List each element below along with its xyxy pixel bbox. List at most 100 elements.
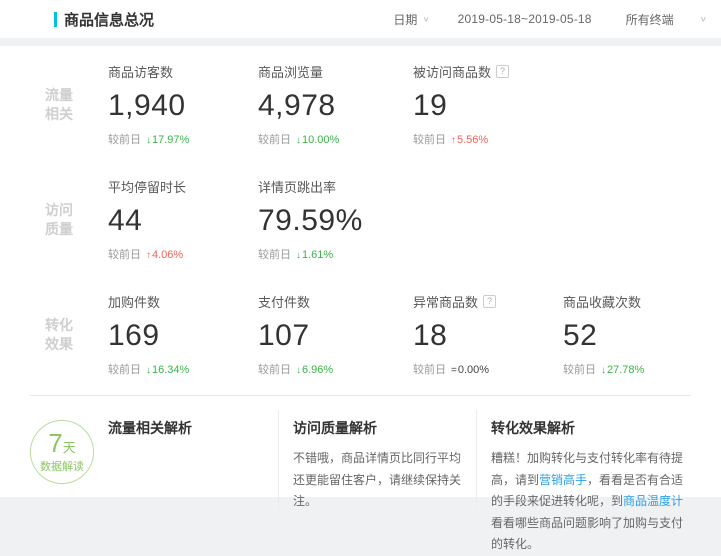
title-accent-bar [54, 12, 57, 27]
metric-compare: 较前日↓1.61% [258, 246, 413, 262]
insight-title: 流量相关解析 [108, 418, 264, 438]
product-thermometer-link[interactable]: 商品温度计 [623, 494, 683, 508]
seven-day-badge: 7天 数据解读 [30, 420, 94, 484]
metric-compare: 较前日↓17.97% [108, 131, 258, 147]
metric-row-conversion: 转化 效果 加购件数 169 较前日↓16.34% 支付件数 107 较前日↓6… [0, 276, 721, 391]
compare-label: 较前日 [413, 364, 446, 376]
insight-body: 糟糕！加购转化与支付转化率有待提高，请到营销高手，看看是否有合适的手段来促进转化… [491, 448, 687, 556]
compare-label: 较前日 [108, 249, 141, 261]
help-icon[interactable]: ? [496, 65, 509, 78]
trend-percent: 5.56% [457, 134, 488, 146]
metric-product-favorites: 商品收藏次数 52 较前日↓27.78% [563, 292, 713, 377]
compare-label: 较前日 [258, 134, 291, 146]
metric-compare: 较前日 ↑5.56% [413, 131, 563, 147]
trend-value: ↓6.96% [296, 364, 333, 376]
insight-conversion: 转化效果解析 糟糕！加购转化与支付转化率有待提高，请到营销高手，看看是否有合适的… [476, 410, 701, 510]
metric-label: 商品浏览量 [258, 62, 323, 81]
trend-percent: 17.97% [152, 134, 189, 146]
terminal-select-value: 所有终端 [626, 11, 674, 28]
chevron-down-icon: ∨ [422, 15, 429, 24]
insight-text: 看看哪些商品问题影响了加购与支付的转化。 [491, 516, 683, 552]
metric-compare: 较前日 ↓10.00% [258, 131, 413, 147]
metric-value: 107 [258, 318, 413, 354]
chevron-down-icon: ∨ [700, 15, 707, 24]
date-range-picker[interactable]: 2019-05-18~2019-05-18 [458, 12, 592, 26]
metric-avg-stay-time: 平均停留时长 44 较前日 ↑4.06% [108, 177, 258, 262]
trend-percent: 0.00% [458, 364, 489, 376]
metric-compare: 较前日 =0.00% [413, 361, 563, 377]
metric-row-quality: 访问 质量 平均停留时长 44 较前日 ↑4.06% 详情页跳出率 79.59% … [0, 161, 721, 276]
trend-arrow-icon: = [451, 365, 457, 376]
trend-arrow-icon: ↑ [146, 250, 151, 261]
metric-compare: 较前日 ↓27.78% [563, 361, 713, 377]
marketing-master-link[interactable]: 营销高手 [539, 473, 587, 487]
metric-compare: 较前日 ↑4.06% [108, 246, 258, 262]
metric-abnormal-products: 异常商品数 ? 18 较前日 =0.00% [413, 292, 563, 377]
insight-title: 访问质量解析 [293, 418, 462, 438]
trend-value: ↑4.06% [146, 249, 183, 261]
insights-section: 7天 数据解读 流量相关解析 访问质量解析 不错哦，商品详情页比同行平均还更能留… [0, 396, 721, 510]
trend-value: ↓27.78% [601, 364, 644, 376]
compare-label: 较前日 [413, 134, 446, 146]
page-title: 商品信息总况 [64, 9, 154, 30]
trend-value: ↓10.00% [296, 134, 339, 146]
metric-value: 4,978 [258, 88, 413, 124]
metric-row-traffic: 流量 相关 商品访客数 1,940 较前日↓17.97% 商品浏览量 4,978… [0, 46, 721, 161]
trend-value: ↑5.56% [451, 134, 488, 146]
trend-percent: 4.06% [152, 249, 183, 261]
metric-product-pageviews: 商品浏览量 4,978 较前日 ↓10.00% [258, 62, 413, 147]
metric-value: 44 [108, 203, 258, 239]
metric-visited-products: 被访问商品数 ? 19 较前日 ↑5.56% [413, 62, 563, 147]
metric-compare: 较前日↓6.96% [258, 361, 413, 377]
trend-value: =0.00% [451, 364, 489, 376]
insight-title: 转化效果解析 [491, 418, 687, 438]
metric-label: 支付件数 [258, 292, 310, 311]
top-header-bar: 商品信息总况 日期 ∨ 2019-05-18~2019-05-18 所有终端 ∨ [0, 0, 721, 38]
terminal-select[interactable]: 所有终端 ∨ [626, 11, 707, 28]
metric-label: 被访问商品数 [413, 62, 491, 81]
metric-label: 商品收藏次数 [563, 292, 641, 311]
trend-arrow-icon: ↓ [146, 135, 151, 146]
metric-label: 加购件数 [108, 292, 160, 311]
metric-label: 商品访客数 [108, 62, 173, 81]
metric-value: 19 [413, 88, 563, 124]
metric-value: 169 [108, 318, 258, 354]
badge-number: 7 [48, 428, 62, 458]
date-filter-label: 日期 [393, 11, 417, 28]
metric-value: 18 [413, 318, 563, 354]
trend-percent: 6.96% [302, 364, 333, 376]
metric-value: 1,940 [108, 88, 258, 124]
metric-value: 79.59% [258, 203, 413, 239]
trend-arrow-icon: ↓ [296, 135, 301, 146]
insight-body: 不错哦，商品详情页比同行平均还更能留住客户，请继续保持关注。 [293, 448, 462, 513]
category-label-traffic: 流量 相关 [0, 86, 108, 124]
metric-product-visitors: 商品访客数 1,940 较前日↓17.97% [108, 62, 258, 147]
metric-paid-items: 支付件数 107 较前日↓6.96% [258, 292, 413, 377]
trend-percent: 10.00% [302, 134, 339, 146]
metric-detail-bounce-rate: 详情页跳出率 79.59% 较前日↓1.61% [258, 177, 413, 262]
trend-value: ↓17.97% [146, 134, 189, 146]
page-title-wrap: 商品信息总况 [54, 9, 154, 30]
overview-card: 流量 相关 商品访客数 1,940 较前日↓17.97% 商品浏览量 4,978… [0, 46, 721, 497]
trend-arrow-icon: ↑ [451, 135, 456, 146]
badge-unit: 天 [63, 440, 76, 455]
trend-arrow-icon: ↓ [296, 250, 301, 261]
metric-label: 异常商品数 [413, 292, 478, 311]
trend-arrow-icon: ↓ [146, 365, 151, 376]
metric-compare: 较前日 ↓16.34% [108, 361, 258, 377]
date-filter-dropdown[interactable]: 日期 ∨ [393, 11, 429, 28]
metric-label: 详情页跳出率 [258, 177, 336, 196]
category-label-quality: 访问 质量 [0, 201, 108, 239]
trend-percent: 16.34% [152, 364, 189, 376]
header-controls: 日期 ∨ 2019-05-18~2019-05-18 所有终端 ∨ [393, 11, 707, 28]
trend-percent: 1.61% [302, 249, 333, 261]
compare-label: 较前日 [108, 364, 141, 376]
trend-value: ↓1.61% [296, 249, 333, 261]
metric-label: 平均停留时长 [108, 177, 186, 196]
trend-percent: 27.78% [607, 364, 644, 376]
metric-cart-adds: 加购件数 169 较前日 ↓16.34% [108, 292, 258, 377]
category-label-conversion: 转化 效果 [0, 316, 108, 354]
badge-caption: 数据解读 [40, 458, 84, 474]
help-icon[interactable]: ? [483, 295, 496, 308]
compare-label: 较前日 [563, 364, 596, 376]
